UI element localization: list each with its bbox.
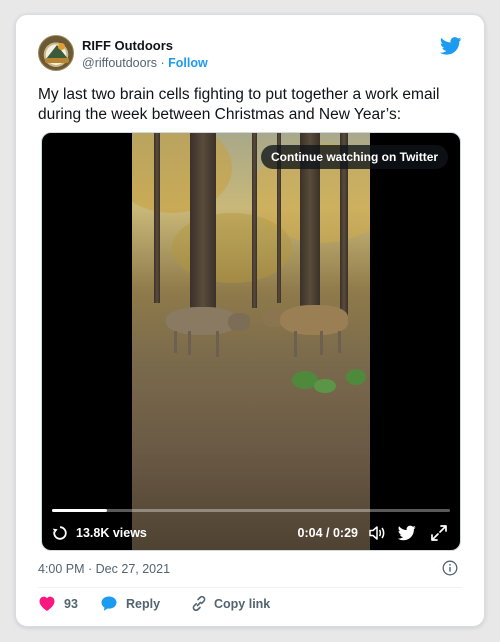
follow-button[interactable]: Follow xyxy=(168,56,208,70)
avatar[interactable] xyxy=(38,35,74,71)
video-player[interactable]: Continue watching on Twitter 13.8K views… xyxy=(41,132,461,551)
author-name[interactable]: RIFF Outdoors xyxy=(82,38,173,53)
heart-icon xyxy=(39,596,55,611)
tweet-header: RIFF Outdoors @riffoutdoors · Follow xyxy=(38,35,462,75)
info-icon[interactable] xyxy=(442,560,458,576)
reply-label: Reply xyxy=(126,597,161,611)
continue-watching-button[interactable]: Continue watching on Twitter xyxy=(261,145,449,169)
video-time: 0:04 / 0:29 xyxy=(297,526,358,540)
video-progress-fill xyxy=(52,509,107,512)
video-controls: 13.8K views 0:04 / 0:29 xyxy=(52,523,450,543)
divider xyxy=(38,587,462,588)
video-progress-bar[interactable] xyxy=(52,509,450,512)
like-count: 93 xyxy=(64,597,78,611)
expand-icon[interactable] xyxy=(430,524,448,542)
twitter-bird-icon[interactable] xyxy=(440,37,462,55)
video-frame xyxy=(132,133,370,550)
author-handle[interactable]: @riffoutdoors xyxy=(82,56,157,70)
tweet-timestamp[interactable]: 4:00 PM · Dec 27, 2021 xyxy=(38,562,170,576)
handle-separator: · xyxy=(160,56,165,70)
video-views: 13.8K views xyxy=(76,526,147,540)
author-handle-row: @riffoutdoors · Follow xyxy=(82,56,208,70)
replay-icon[interactable] xyxy=(52,525,68,541)
link-icon xyxy=(192,595,206,612)
tweet-text: My last two brain cells fighting to put … xyxy=(38,86,440,123)
twitter-bird-icon[interactable] xyxy=(398,525,416,541)
copy-link-label: Copy link xyxy=(214,597,271,611)
reply-bubble-icon xyxy=(101,596,117,611)
volume-icon[interactable] xyxy=(368,525,386,541)
tweet-card: RIFF Outdoors @riffoutdoors · Follow My … xyxy=(15,14,485,627)
